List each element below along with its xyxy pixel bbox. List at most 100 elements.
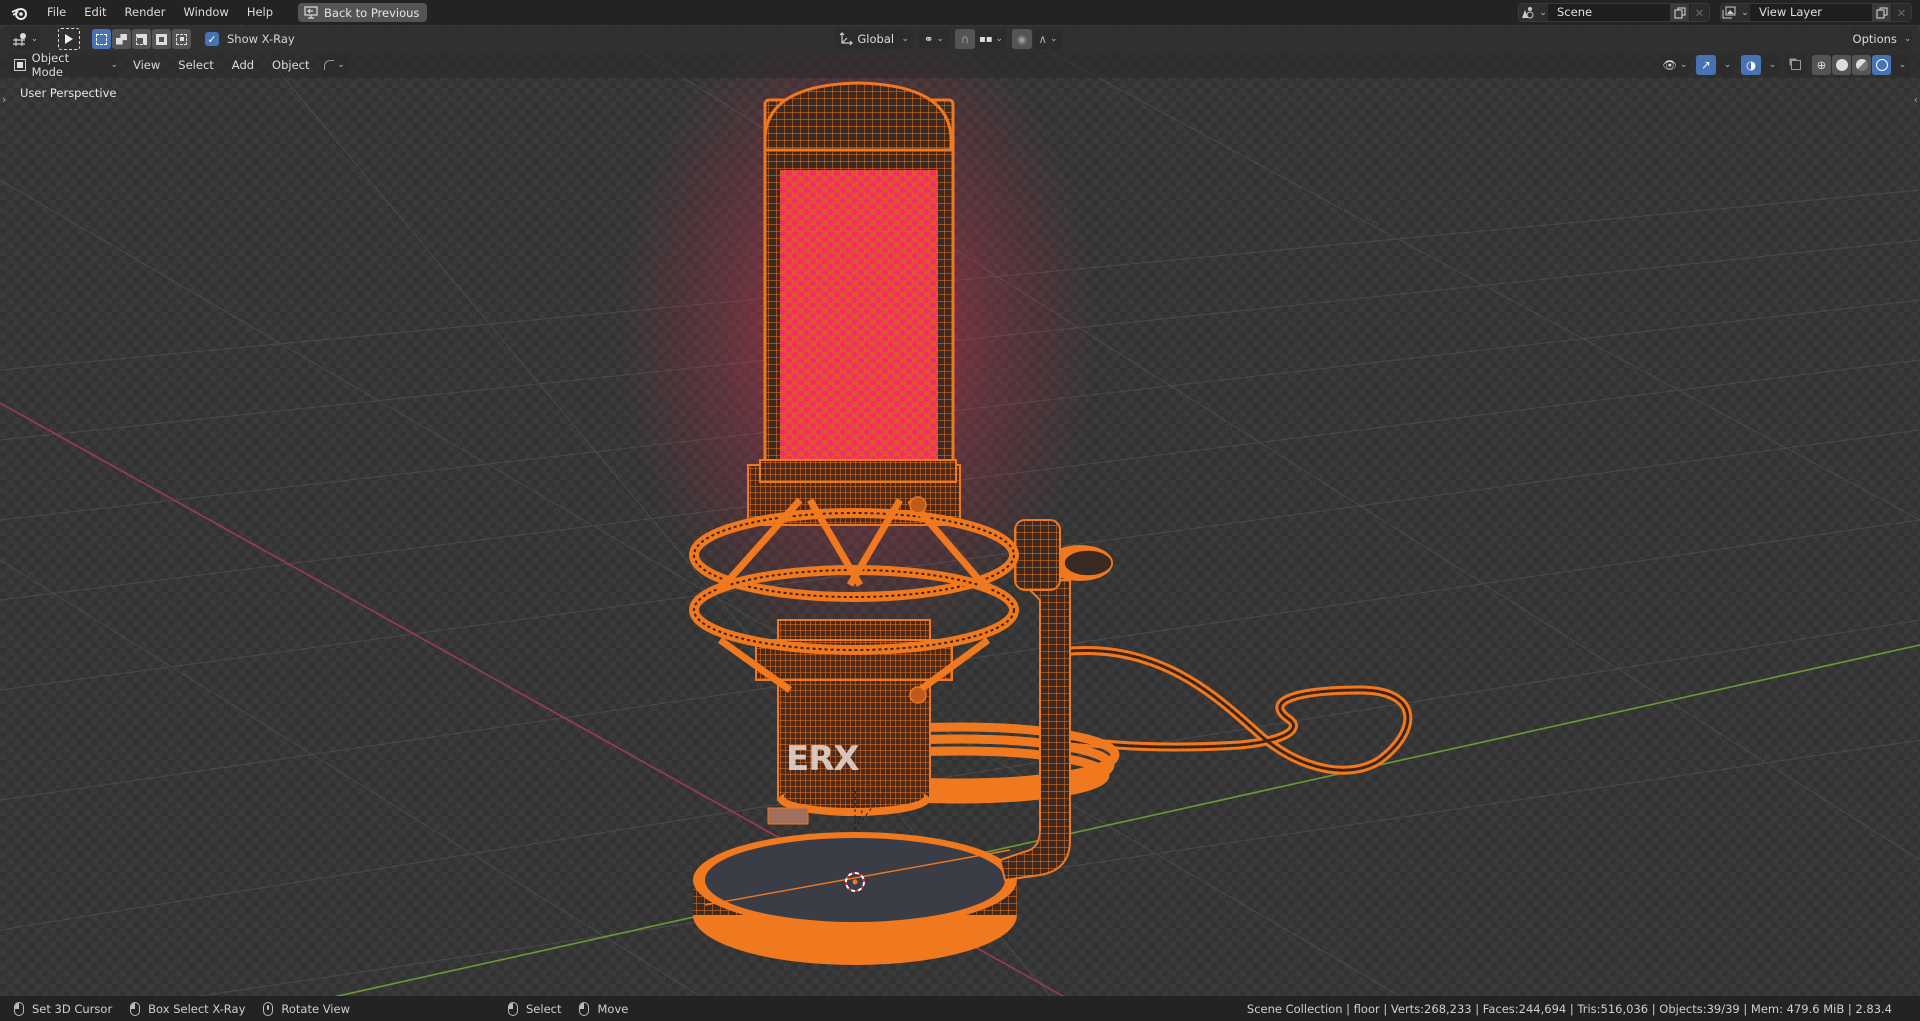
menu-select[interactable]: Select — [169, 58, 222, 72]
hint-select: Select — [508, 1001, 562, 1016]
shading-rendered[interactable] — [1872, 55, 1891, 75]
blender-logo-icon[interactable] — [8, 2, 30, 24]
status-bar: Set 3D Cursor Box Select X-Ray Rotate Vi… — [0, 996, 1920, 1021]
scene-selector[interactable]: ⌄ Scene ✕ — [1518, 3, 1710, 22]
snap-target-dropdown[interactable]: ▪▪ ⌄ — [976, 29, 1006, 49]
stand-arm — [998, 519, 1113, 882]
menu-add[interactable]: Add — [223, 58, 263, 72]
overlays-dropdown[interactable]: ⌄ — [1762, 55, 1780, 75]
falloff-dropdown[interactable]: ∧ ⌄ — [1033, 29, 1063, 49]
new-view-layer-button[interactable] — [1871, 4, 1891, 21]
select-mode-intersect[interactable] — [172, 29, 191, 49]
copy-icon — [1876, 7, 1887, 18]
new-scene-button[interactable] — [1669, 4, 1689, 21]
overlays-toggle[interactable]: ◑ — [1741, 55, 1761, 75]
delete-view-layer-button[interactable]: ✕ — [1891, 4, 1911, 21]
select-intersect-icon — [176, 33, 187, 45]
select-mode-extend[interactable] — [112, 29, 131, 49]
menu-window[interactable]: Window — [174, 0, 237, 25]
view-layer-selector[interactable]: ⌄ View Layer ✕ — [1720, 3, 1912, 22]
back-to-previous-button[interactable]: Back to Previous — [298, 3, 428, 22]
options-dropdown[interactable]: Options ⌄ — [1852, 29, 1912, 49]
menu-file[interactable]: File — [38, 0, 75, 25]
magnet-icon: ∩ — [960, 32, 970, 46]
select-subtract-icon — [136, 33, 147, 45]
viewport-header: Object Mode ⌄ View Select Add Object ⌄ 👁… — [0, 51, 1920, 79]
mouse-middle-icon — [263, 1001, 274, 1016]
xray-toggle[interactable] — [1786, 55, 1806, 75]
gizmo-dropdown[interactable]: ⌄ — [1717, 55, 1735, 75]
transform-orientation-dropdown[interactable]: Global ⌄ — [835, 29, 913, 49]
scene-render[interactable]: ERX — [0, 25, 1920, 996]
eye-icon: 👁 — [1662, 58, 1678, 72]
view-layer-name-field[interactable]: View Layer — [1751, 4, 1871, 21]
select-tool-button[interactable] — [58, 28, 80, 50]
scene-name-field[interactable]: Scene — [1549, 4, 1669, 21]
xray-icon — [1791, 60, 1801, 70]
select-invert-icon — [156, 33, 167, 45]
curve-stroke-icon — [324, 60, 335, 70]
menu-view[interactable]: View — [124, 58, 169, 72]
screen-back-icon — [304, 6, 318, 19]
mouse-left-icon — [508, 1001, 518, 1016]
menu-help[interactable]: Help — [238, 0, 282, 25]
hint-set-3d-cursor: Set 3D Cursor — [14, 1001, 113, 1016]
3d-viewport[interactable]: ERX ⌄ ✓ Show X-Ray Global ⌄ ⚭ ⌄ ∩ ▪▪ ⌄ ◉… — [0, 25, 1920, 996]
orientation-label: Global — [857, 32, 895, 46]
microphone-logo: ERX — [786, 739, 859, 779]
hint-label: Box Select X-Ray — [148, 1001, 246, 1016]
toolbar-expand-arrow[interactable]: › — [2, 93, 6, 106]
shading-solid[interactable] — [1832, 55, 1851, 75]
options-label: Options — [1852, 32, 1897, 46]
y-axis-line — [334, 644, 1920, 996]
select-mode-invert[interactable] — [152, 29, 171, 49]
show-xray-checkbox[interactable]: ✓ — [205, 32, 219, 46]
pivot-point-dropdown[interactable]: ⚭ ⌄ — [919, 29, 949, 49]
shading-dropdown[interactable]: ⌄ — [1892, 55, 1910, 75]
object-mode-icon — [14, 59, 26, 71]
gpencil-dropdown[interactable]: ⌄ — [320, 55, 349, 75]
close-icon: ✕ — [1896, 5, 1907, 20]
tool-header: ⌄ ✓ Show X-Ray Global ⌄ ⚭ ⌄ ∩ ▪▪ ⌄ ◉ ∧ ⌄… — [0, 26, 1920, 52]
show-xray-toggle[interactable]: ✓ Show X-Ray — [205, 32, 295, 46]
gizmo-toggle[interactable]: ↗ — [1696, 55, 1716, 75]
snap-increment-icon: ▪▪ — [978, 33, 993, 45]
mouse-drag-icon — [130, 1001, 141, 1016]
viewport-perspective-label: User Perspective — [20, 86, 117, 100]
shading-mode-group: ⊕ ⌄ — [1812, 55, 1910, 75]
overlays-icon: ◑ — [1745, 58, 1757, 72]
menu-edit[interactable]: Edit — [75, 0, 115, 25]
object-origin-icon — [12, 33, 26, 46]
mode-dropdown[interactable]: Object Mode ⌄ — [10, 51, 118, 79]
show-xray-label: Show X-Ray — [227, 32, 295, 46]
shading-material-preview[interactable] — [1852, 55, 1871, 75]
hint-label: Select — [526, 1001, 562, 1016]
hint-rotate-view: Rotate View — [263, 1001, 350, 1016]
scene-statistics: Scene Collection | floor | Verts:268,233… — [1246, 1001, 1892, 1016]
cursor-arrow-icon — [65, 34, 73, 44]
hint-box-select: Box Select X-Ray — [130, 1001, 246, 1016]
view-layer-icon[interactable]: ⌄ — [1721, 4, 1751, 21]
menu-object[interactable]: Object — [263, 58, 318, 72]
menu-render[interactable]: Render — [116, 0, 175, 25]
solid-sphere-icon — [1835, 59, 1848, 71]
material-sphere-icon — [1855, 59, 1868, 71]
visibility-dropdown[interactable]: 👁 ⌄ — [1660, 55, 1690, 75]
select-mode-set[interactable] — [92, 29, 111, 49]
snap-toggle[interactable]: ∩ — [955, 29, 975, 49]
back-to-previous-label: Back to Previous — [324, 5, 420, 20]
sidebar-expand-arrow[interactable]: ‹ — [1914, 93, 1918, 106]
microphone-grille — [759, 81, 957, 483]
select-set-icon — [96, 33, 107, 45]
select-extend-icon — [116, 33, 127, 45]
shading-wireframe[interactable]: ⊕ — [1812, 55, 1831, 75]
select-mode-subtract[interactable] — [132, 29, 151, 49]
copy-icon — [1674, 7, 1685, 18]
hint-label: Set 3D Cursor — [32, 1001, 113, 1016]
proportional-edit-toggle[interactable]: ◉ — [1012, 29, 1032, 49]
falloff-curve-icon: ∧ — [1038, 32, 1047, 46]
transform-pivot-dropdown[interactable]: ⌄ — [10, 29, 40, 49]
scene-icon[interactable]: ⌄ — [1519, 4, 1549, 21]
wireframe-sphere-icon: ⊕ — [1816, 58, 1827, 72]
delete-scene-button[interactable]: ✕ — [1689, 4, 1709, 21]
